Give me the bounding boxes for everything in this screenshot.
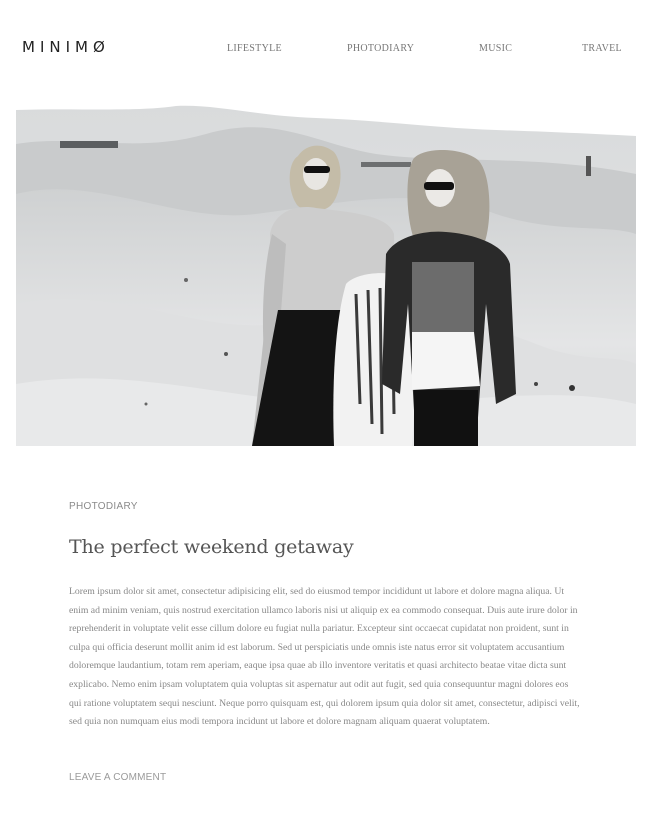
nav-item-music[interactable]: MUSIC [479, 43, 512, 54]
post-category[interactable]: PHOTODIARY [69, 501, 138, 512]
nav-item-lifestyle[interactable]: LIFESTYLE [227, 43, 282, 54]
site-header: MINIMØ LIFESTYLE PHOTODIARY MUSIC TRAVEL [0, 0, 648, 100]
leave-comment-link[interactable]: LEAVE A COMMENT [69, 772, 166, 783]
post-title[interactable]: The perfect weekend getaway [69, 536, 354, 558]
hero-image [16, 104, 636, 446]
site-logo[interactable]: MINIMØ [22, 38, 110, 56]
hero-photo [16, 105, 636, 446]
post-body: Lorem ipsum dolor sit amet, consectetur … [69, 586, 580, 728]
nav-item-photodiary[interactable]: PHOTODIARY [347, 43, 414, 54]
nav-item-travel[interactable]: TRAVEL [582, 43, 622, 54]
